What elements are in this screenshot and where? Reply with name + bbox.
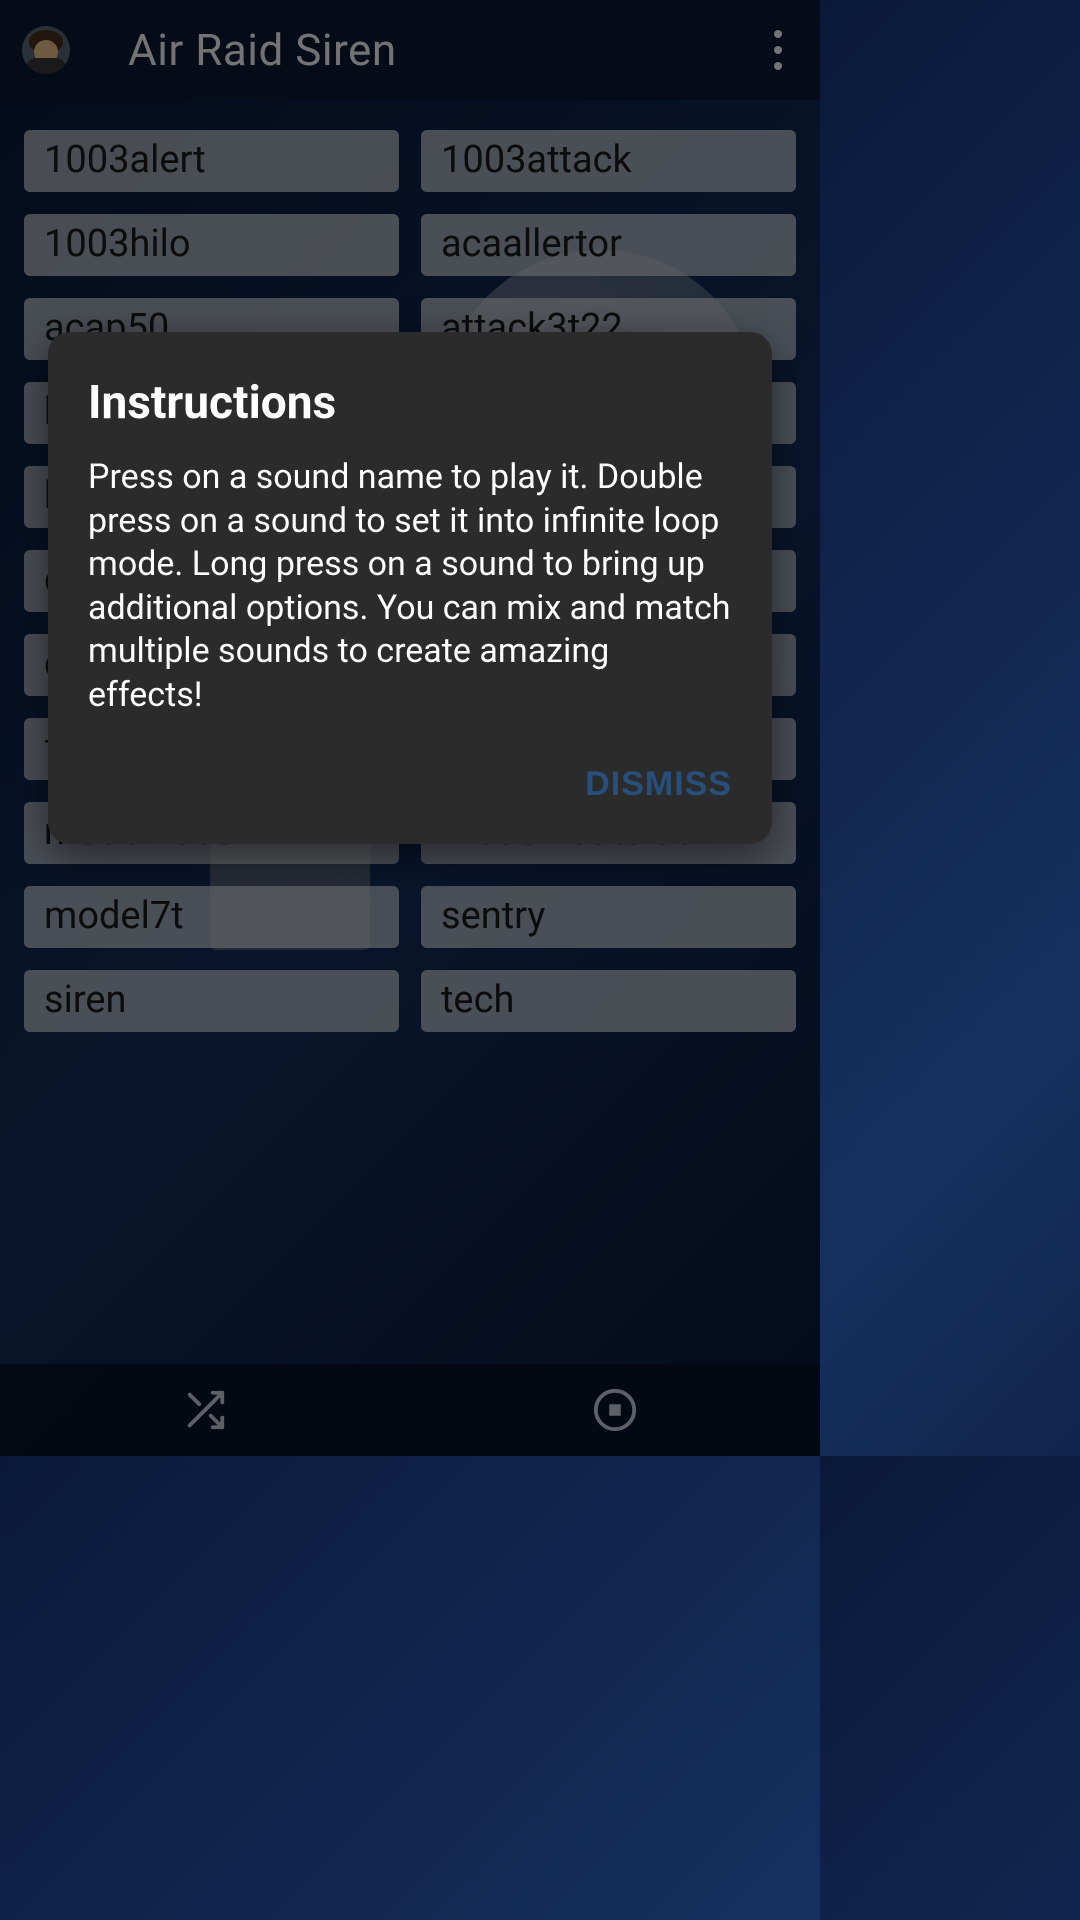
dialog-body: Press on a sound name to play it. Double… <box>88 456 732 717</box>
dialog-actions: DISMISS <box>88 765 732 804</box>
instructions-dialog: Instructions Press on a sound name to pl… <box>48 332 772 844</box>
dismiss-button[interactable]: DISMISS <box>585 765 732 804</box>
dialog-title: Instructions <box>88 376 732 430</box>
